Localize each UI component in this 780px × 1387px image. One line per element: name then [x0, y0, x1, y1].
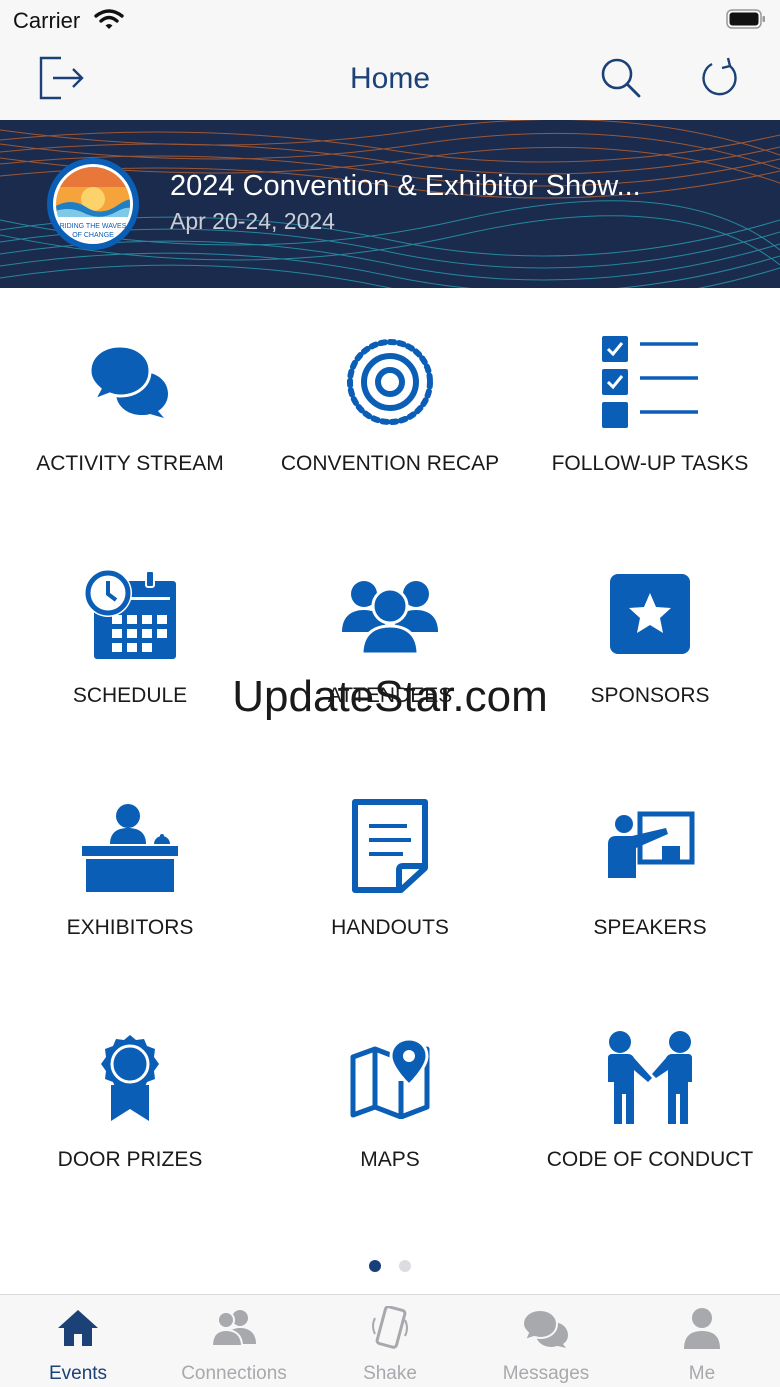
tile-label: MAPS	[360, 1148, 420, 1171]
target-icon	[340, 332, 440, 432]
event-title: 2024 Convention & Exhibitor Show...	[170, 170, 641, 202]
carrier-label: Carrier	[13, 8, 81, 33]
tile-label: EXHIBITORS	[66, 916, 194, 939]
people-group-icon	[340, 564, 440, 664]
reception-desk-icon	[80, 796, 180, 896]
presenter-icon	[600, 796, 700, 896]
tab-me[interactable]: Me	[624, 1295, 780, 1387]
tile-door-prizes[interactable]: DOOR PRIZES	[0, 984, 260, 1216]
tile-label: ATTENDEES	[327, 684, 453, 707]
tab-messages[interactable]: Messages	[468, 1295, 624, 1387]
tile-schedule[interactable]: SCHEDULE	[0, 520, 260, 752]
tile-attendees[interactable]: ATTENDEES	[260, 520, 520, 752]
tile-label: SPEAKERS	[593, 916, 707, 939]
tile-convention-recap[interactable]: CONVENTION RECAP	[260, 288, 520, 520]
tile-label: CONVENTION RECAP	[280, 452, 500, 475]
tile-label: HANDOUTS	[331, 916, 449, 939]
messages-icon	[521, 1305, 571, 1351]
search-button[interactable]	[593, 54, 649, 106]
tile-exhibitors[interactable]: EXHIBITORS	[0, 752, 260, 984]
tab-label: Me	[688, 1363, 716, 1384]
page-title: Home	[349, 62, 431, 95]
connections-icon	[209, 1305, 259, 1351]
document-icon	[340, 796, 440, 896]
chat-bubbles-icon	[80, 332, 180, 432]
checklist-icon	[600, 332, 700, 432]
nav-bar: Home	[0, 40, 780, 120]
tile-sponsors[interactable]: SPONSORS	[520, 520, 780, 752]
event-date: Apr 20-24, 2024	[170, 208, 335, 234]
person-icon	[677, 1305, 727, 1351]
search-icon	[599, 56, 643, 105]
page-dot-2[interactable]	[399, 1260, 411, 1272]
refresh-icon	[700, 56, 742, 105]
svg-text:OF CHANGE: OF CHANGE	[72, 232, 114, 239]
tab-label: Messages	[502, 1363, 590, 1384]
tile-code-of-conduct[interactable]: CODE OF CONDUCT	[520, 984, 780, 1216]
wifi-icon	[94, 8, 124, 35]
feature-grid: ACTIVITY STREAM CONVENTION RECAP FOLLOW-…	[0, 288, 780, 1274]
tile-label: SPONSORS	[590, 684, 710, 707]
tab-shake[interactable]: Shake	[312, 1295, 468, 1387]
tab-label: Connections	[181, 1363, 287, 1384]
page-dot-1[interactable]	[369, 1260, 381, 1272]
event-logo: RIDING THE WAVES OF CHANGE	[46, 157, 140, 251]
tab-connections[interactable]: Connections	[156, 1295, 312, 1387]
battery-icon	[726, 9, 766, 29]
tab-label: Events	[48, 1363, 108, 1384]
star-icon	[600, 564, 700, 664]
award-ribbon-icon	[80, 1028, 180, 1128]
tile-label: ACTIVITY STREAM	[36, 452, 224, 475]
tile-label: DOOR PRIZES	[57, 1148, 203, 1171]
home-icon	[53, 1305, 103, 1351]
tab-events[interactable]: Events	[0, 1295, 156, 1387]
tile-label: SCHEDULE	[72, 684, 188, 707]
tile-handouts[interactable]: HANDOUTS	[260, 752, 520, 984]
phone-shake-icon	[365, 1305, 415, 1351]
tab-bar: Events Connections Shake Messages Me	[0, 1294, 780, 1387]
tile-label: FOLLOW-UP TASKS	[551, 452, 749, 475]
refresh-button[interactable]	[693, 54, 749, 106]
tile-maps[interactable]: MAPS	[260, 984, 520, 1216]
svg-text:RIDING THE WAVES: RIDING THE WAVES	[60, 223, 127, 230]
handshake-people-icon	[600, 1028, 700, 1128]
page-indicator[interactable]	[0, 1260, 780, 1272]
tile-speakers[interactable]: SPEAKERS	[520, 752, 780, 984]
tab-label: Shake	[363, 1363, 417, 1384]
tile-follow-up-tasks[interactable]: FOLLOW-UP TASKS	[520, 288, 780, 520]
calendar-clock-icon	[80, 564, 180, 664]
tile-label: CODE OF CONDUCT	[546, 1148, 754, 1171]
tile-activity-stream[interactable]: ACTIVITY STREAM	[0, 288, 260, 520]
event-banner[interactable]: RIDING THE WAVES OF CHANGE 2024 Conventi…	[0, 120, 780, 288]
status-bar: Carrier	[0, 0, 780, 40]
map-pin-icon	[340, 1028, 440, 1128]
